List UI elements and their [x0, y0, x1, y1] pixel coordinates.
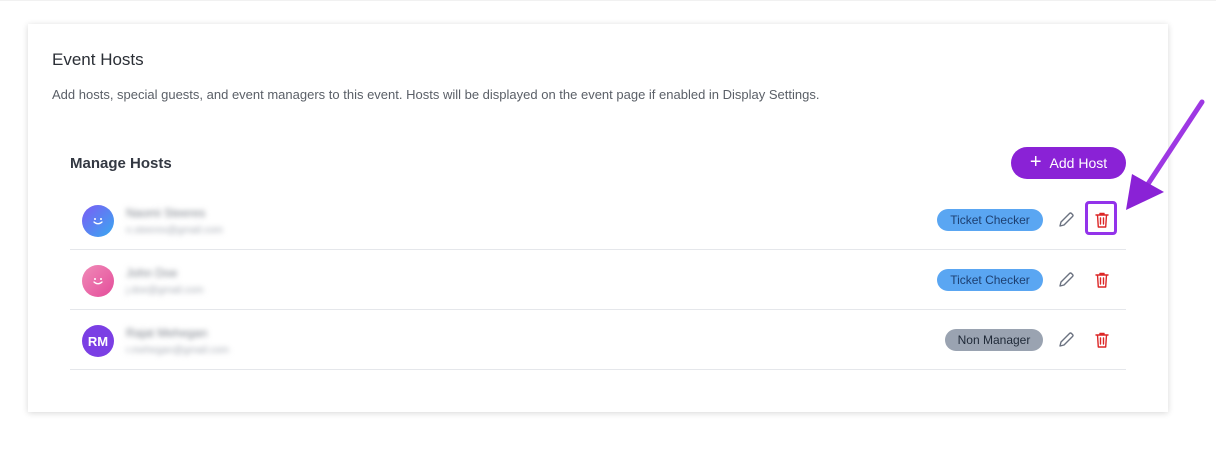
host-name: John Doe	[126, 266, 178, 280]
avatar	[82, 265, 114, 297]
trash-icon[interactable]	[1092, 210, 1112, 230]
pencil-icon[interactable]	[1056, 210, 1076, 230]
host-row: Naomi Steeres n.steeres@gmail.com Ticket…	[70, 190, 1126, 250]
host-row: RM Rajat Mehegan r.mehegan@gmail.com Non…	[70, 310, 1126, 370]
plus-icon: +	[1029, 151, 1042, 173]
smile-icon	[93, 278, 103, 285]
trash-icon[interactable]	[1092, 330, 1112, 350]
pencil-icon[interactable]	[1056, 270, 1076, 290]
card-title: Event Hosts	[52, 50, 144, 69]
avatar	[82, 205, 114, 237]
annotation-arrow-icon	[1126, 99, 1205, 210]
top-divider	[0, 0, 1216, 1]
host-email: j.doe@gmail.com	[126, 285, 204, 296]
role-badge: Ticket Checker	[937, 209, 1043, 231]
host-name: Rajat Mehegan	[126, 326, 208, 340]
card-description: Add hosts, special guests, and event man…	[52, 87, 820, 102]
add-host-label: Add Host	[1049, 155, 1108, 171]
pencil-icon[interactable]	[1056, 330, 1076, 350]
smile-icon	[93, 218, 103, 225]
event-hosts-card: Event Hosts Add hosts, special guests, a…	[28, 24, 1168, 412]
role-badge: Non Manager	[945, 329, 1043, 351]
manage-hosts-title: Manage Hosts	[70, 155, 172, 172]
role-badge: Ticket Checker	[937, 269, 1043, 291]
trash-icon[interactable]	[1092, 270, 1112, 290]
host-row: John Doe j.doe@gmail.com Ticket Checker	[70, 250, 1126, 310]
host-email: n.steeres@gmail.com	[126, 225, 223, 236]
host-email: r.mehegan@gmail.com	[126, 345, 229, 356]
add-host-button[interactable]: + Add Host	[1011, 147, 1126, 179]
avatar: RM	[82, 325, 114, 357]
host-name: Naomi Steeres	[126, 206, 206, 220]
hosts-list: Naomi Steeres n.steeres@gmail.com Ticket…	[70, 190, 1126, 370]
